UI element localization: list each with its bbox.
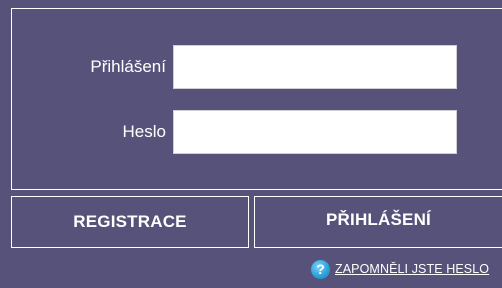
register-button[interactable]: REGISTRACE	[11, 196, 249, 248]
login-button[interactable]: PŘIHLÁŠENÍ	[254, 196, 502, 248]
login-panel: Přihlášení Heslo	[11, 8, 502, 190]
username-label: Přihlášení	[90, 57, 166, 76]
password-row: Heslo	[12, 110, 502, 154]
forgot-password-link[interactable]: ? ZAPOMNĚLI JSTE HESLO	[311, 259, 489, 279]
username-row: Přihlášení	[12, 45, 502, 89]
username-input[interactable]	[173, 45, 457, 89]
password-input[interactable]	[173, 110, 457, 154]
password-label: Heslo	[122, 122, 166, 141]
help-icon: ?	[311, 259, 330, 279]
forgot-password-label: ZAPOMNĚLI JSTE HESLO	[335, 262, 490, 276]
login-page: Přihlášení Heslo REGISTRACE PŘIHLÁŠENÍ ?…	[0, 0, 502, 288]
